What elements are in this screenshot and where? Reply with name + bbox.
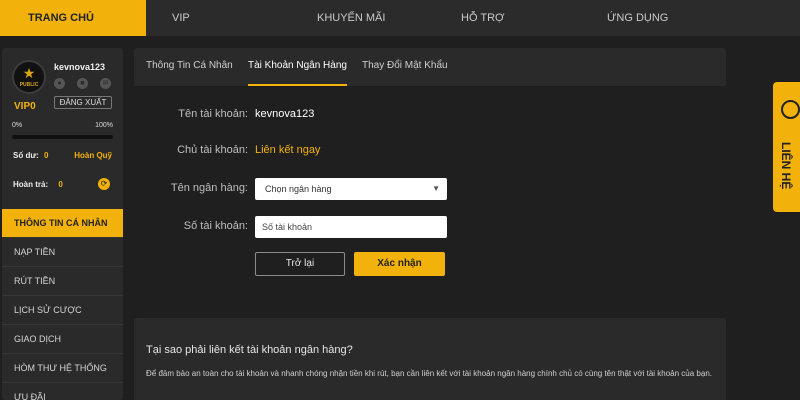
- nav-promotions[interactable]: KHUYẾN MÃI: [317, 0, 385, 36]
- tab-bank-account[interactable]: Tài Khoản Ngân Hàng: [248, 48, 347, 86]
- tab-bar: Thông Tin Cá Nhân Tài Khoản Ngân Hàng Th…: [134, 48, 726, 86]
- brand-logo: ★ PUBLIC: [12, 60, 46, 94]
- sidebar: ★ PUBLIC kevnova123 ● ■ ✉ VIP0 ĐĂNG XUẤT…: [2, 48, 123, 400]
- headset-icon: [781, 100, 800, 119]
- sidebar-item-system-inbox[interactable]: HÒM THƯ HỆ THỐNG: [2, 354, 123, 383]
- username: kevnova123: [54, 62, 106, 72]
- top-nav: TRANG CHỦ VIP KHUYẾN MÃI HỖ TRỢ ỨNG DỤNG: [0, 0, 800, 36]
- owner-label: Chủ tài khoản:: [177, 144, 248, 156]
- nav-vip[interactable]: VIP: [172, 0, 190, 36]
- balance-value: 0: [44, 151, 49, 160]
- sidebar-item-deposit[interactable]: NẠP TIỀN: [2, 238, 123, 267]
- lock-icon[interactable]: ■: [77, 78, 88, 89]
- sidebar-item-transactions[interactable]: GIAO DỊCH: [2, 325, 123, 354]
- contact-label: LIÊN HỆ: [779, 142, 793, 190]
- contact-tab[interactable]: LIÊN HỆ: [773, 82, 800, 212]
- vip-level: VIP0: [14, 101, 36, 112]
- info-title: Tại sao phải liên kết tài khoản ngân hàn…: [146, 344, 353, 356]
- progress-max: 100%: [95, 122, 113, 129]
- mail-icon[interactable]: ✉: [100, 78, 111, 89]
- info-box: Tại sao phải liên kết tài khoản ngân hàn…: [134, 318, 726, 400]
- sidebar-menu: THÔNG TIN CÁ NHÂN NẠP TIỀN RÚT TIỀN LỊCH…: [2, 209, 123, 400]
- account-number-label: Số tài khoản:: [183, 220, 248, 232]
- nav-support[interactable]: HỖ TRỢ: [461, 0, 504, 36]
- info-text: Để đảm bảo an toàn cho tài khoản và nhan…: [146, 369, 712, 378]
- nav-home[interactable]: TRANG CHỦ: [0, 0, 146, 36]
- rebate: Hoàn trả: 0: [13, 180, 63, 189]
- refresh-icon[interactable]: ⟳: [98, 178, 110, 190]
- bank-name-label: Tên ngân hàng:: [170, 182, 248, 194]
- rebate-label: Hoàn trả:: [13, 180, 49, 189]
- link-now-link[interactable]: Liên kết ngay: [255, 144, 320, 156]
- account-name-value: kevnova123: [255, 108, 315, 120]
- progress-min: 0%: [12, 122, 23, 129]
- back-button[interactable]: Trở lại: [255, 252, 345, 276]
- sidebar-item-bet-history[interactable]: LỊCH SỬ CƯỢC: [2, 296, 123, 325]
- bank-form: Tên tài khoản: kevnova123 Chủ tài khoản:…: [134, 86, 726, 306]
- bank-account-panel: Thông Tin Cá Nhân Tài Khoản Ngân Hàng Th…: [134, 48, 726, 306]
- account-name-label: Tên tài khoản:: [178, 108, 248, 120]
- user-icon[interactable]: ●: [54, 78, 65, 89]
- rebate-value: 0: [58, 180, 63, 189]
- logo-text: PUBLIC: [19, 82, 39, 88]
- vip-progress-bar: [12, 135, 113, 139]
- logout-button[interactable]: ĐĂNG XUẤT: [54, 96, 112, 109]
- balance: Số dư: 0: [13, 151, 48, 160]
- sidebar-item-personal-info[interactable]: THÔNG TIN CÁ NHÂN: [2, 209, 123, 238]
- refund-link[interactable]: Hoàn Quỹ: [74, 151, 112, 160]
- account-number-input[interactable]: [255, 216, 447, 238]
- bank-select-value: Chọn ngân hàng: [265, 184, 332, 194]
- sidebar-item-promotions[interactable]: ƯU ĐÃI: [2, 383, 123, 400]
- balance-label: Số dư:: [13, 151, 39, 160]
- chevron-down-icon: ▼: [432, 184, 440, 193]
- tab-personal-info[interactable]: Thông Tin Cá Nhân: [146, 48, 233, 86]
- star-icon: ★: [22, 65, 36, 81]
- bank-select[interactable]: Chọn ngân hàng ▼: [255, 178, 447, 200]
- confirm-button[interactable]: Xác nhận: [354, 252, 445, 276]
- sidebar-item-withdraw[interactable]: RÚT TIỀN: [2, 267, 123, 296]
- nav-apps[interactable]: ỨNG DỤNG: [607, 0, 668, 36]
- tab-change-password[interactable]: Thay Đổi Mật Khẩu: [362, 48, 448, 86]
